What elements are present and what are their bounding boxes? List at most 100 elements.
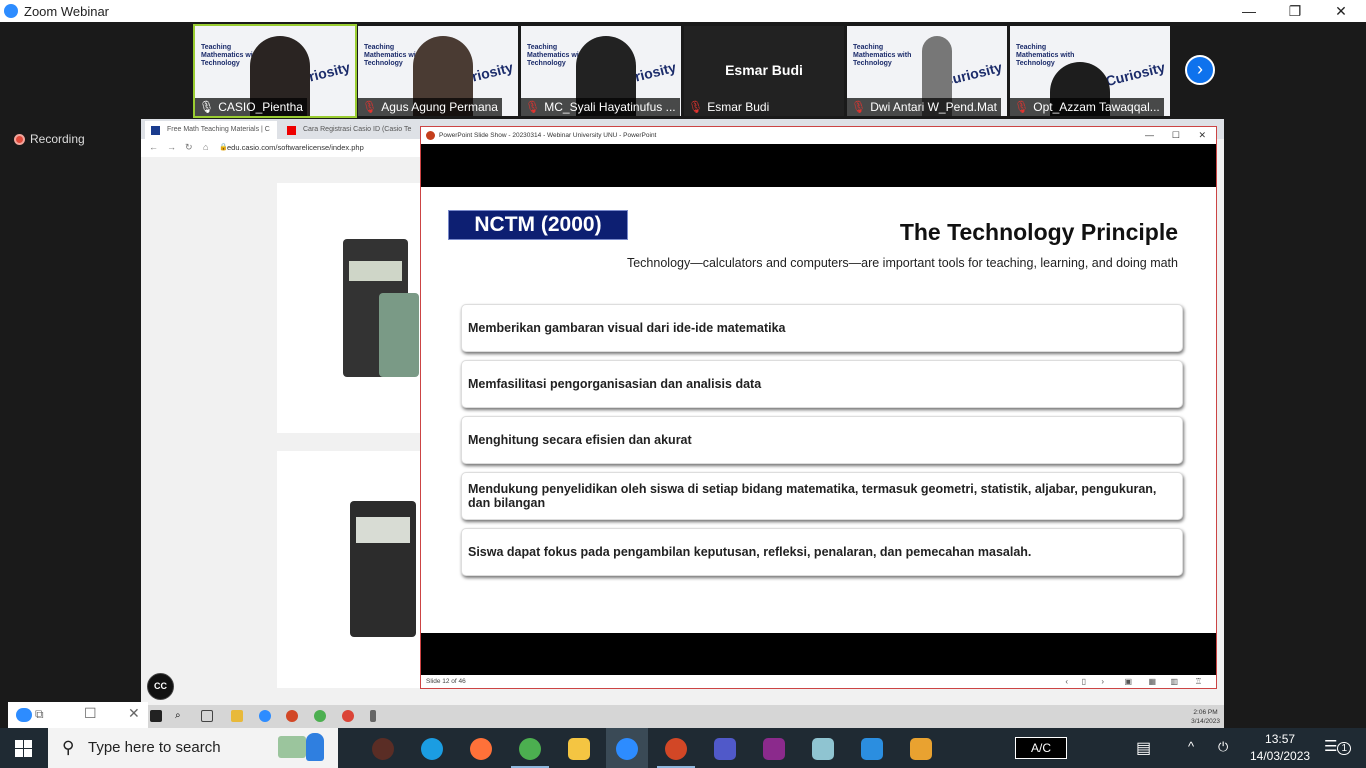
- pdf-app-icon[interactable]: [763, 738, 785, 760]
- file-explorer-icon[interactable]: [568, 738, 590, 760]
- chrome-icon[interactable]: [519, 738, 541, 760]
- previous-slide-icon[interactable]: ‹: [1065, 675, 1068, 688]
- exit-minimized-icon[interactable]: ⧉: [35, 707, 44, 722]
- search-placeholder: Type here to search: [88, 739, 221, 756]
- powerpoint-window: PowerPoint Slide Show - 20230314 - Webin…: [420, 126, 1217, 689]
- forward-icon[interactable]: →: [167, 142, 176, 152]
- browser-tab[interactable]: Cara Registrasi Casio ID (Casio Te: [281, 121, 413, 139]
- mic-icon: 🎙: [199, 100, 215, 114]
- slide-counter: Slide 12 of 46: [426, 678, 466, 685]
- taskbar-search[interactable]: ⚲ Type here to search: [48, 728, 338, 768]
- ppt-close-button[interactable]: ✕: [1198, 127, 1206, 144]
- photos-icon[interactable]: [861, 738, 883, 760]
- participant-name: MC_Syali Hayatinufus ...: [544, 100, 676, 114]
- firefox-icon[interactable]: [470, 738, 492, 760]
- participant-tile[interactable]: Esmar Budi 🎙 Esmar Budi: [684, 26, 844, 116]
- slide-sorter-icon[interactable]: ▦: [1148, 675, 1156, 688]
- teams-icon[interactable]: [714, 738, 736, 760]
- remote-taskbar: ⌕ 2:06 PM 3/14/2023: [141, 705, 1224, 728]
- zoom-logo-icon: [16, 708, 32, 722]
- slide: NCTM (2000) The Technology Principle Tec…: [421, 187, 1216, 633]
- news-widget-icon[interactable]: ▤: [1136, 738, 1151, 758]
- minimize-button[interactable]: —: [1226, 0, 1272, 22]
- power-icon[interactable]: ⏻: [1218, 739, 1228, 755]
- notification-center-icon[interactable]: ☰ 1: [1324, 737, 1352, 755]
- task-view-icon[interactable]: [201, 710, 213, 722]
- web-page: [141, 157, 421, 728]
- browser-tab[interactable]: Free Math Teaching Materials | C: [145, 121, 277, 139]
- home-icon[interactable]: ⌂: [203, 142, 208, 152]
- muted-mic-icon: 🎙: [688, 100, 704, 114]
- participant-name: Dwi Antari W_Pend.Mat: [870, 100, 997, 114]
- edge-icon[interactable]: [421, 738, 443, 760]
- closed-caption-button[interactable]: CC: [147, 673, 174, 700]
- slide-point: Siswa dapat fokus pada pengambilan keput…: [461, 528, 1183, 576]
- recording-icon: [14, 133, 25, 145]
- muted-mic-icon: 🎙: [525, 100, 541, 114]
- ppt-minimize-button[interactable]: —: [1145, 127, 1154, 144]
- file-explorer-icon[interactable]: [231, 710, 243, 722]
- maximize-icon[interactable]: ☐: [84, 705, 97, 722]
- participant-name-large: Esmar Budi: [725, 62, 803, 78]
- zoom-mini-window: ⧉ ☐ ✕: [8, 702, 148, 728]
- zoom-logo-icon: [4, 4, 18, 18]
- media-player-icon[interactable]: [910, 738, 932, 760]
- calculator-image: [350, 501, 416, 637]
- recording-indicator[interactable]: Recording: [14, 132, 85, 146]
- muted-mic-icon: 🎙: [362, 100, 378, 114]
- back-icon[interactable]: ←: [149, 142, 158, 152]
- calculator-image: [379, 293, 419, 377]
- reload-icon[interactable]: ↻: [185, 142, 193, 153]
- product-card[interactable]: [277, 451, 421, 688]
- slide-title: The Technology Principle: [899, 219, 1178, 245]
- ppt-maximize-button[interactable]: ☐: [1172, 127, 1180, 144]
- participant-tile[interactable]: Teaching Mathematics with Technology Cur…: [358, 26, 518, 116]
- notification-count: 1: [1337, 742, 1352, 755]
- search-highlight-icon: [278, 736, 306, 758]
- show-hidden-icons[interactable]: ^: [1188, 739, 1194, 754]
- browser-toolbar: ← → ↻ ⌂ 🔒 edu.casio.com/softwarelicense/…: [141, 139, 421, 157]
- product-card[interactable]: [277, 183, 421, 433]
- close-button[interactable]: ✕: [1318, 0, 1364, 22]
- calculator-app-icon[interactable]: [370, 710, 376, 722]
- slide-point: Memberikan gambaran visual dari ide-ide …: [461, 304, 1183, 352]
- normal-view-icon[interactable]: ▣: [1124, 675, 1132, 688]
- powerpoint-icon[interactable]: [665, 738, 687, 760]
- muted-mic-icon: 🎙: [1014, 100, 1030, 114]
- participant-tile[interactable]: Teaching Mathematics with Technology Cur…: [193, 24, 357, 118]
- close-icon[interactable]: ✕: [128, 705, 140, 722]
- chrome-profile-icon[interactable]: [342, 710, 354, 722]
- participant-tile[interactable]: Teaching Mathematics with Technology Cur…: [1010, 26, 1170, 116]
- camera-app-icon[interactable]: [372, 738, 394, 760]
- battery-indicator[interactable]: A/C: [1015, 737, 1067, 759]
- casio-favicon-icon: [151, 126, 160, 135]
- search-icon[interactable]: ⌕: [175, 710, 187, 722]
- muted-mic-icon: 🎙: [851, 100, 867, 114]
- tile-slide-title: Teaching Mathematics with Technology: [853, 44, 912, 67]
- windows-icon[interactable]: [150, 710, 162, 722]
- participant-tile[interactable]: Teaching Mathematics with Technology Cur…: [847, 26, 1007, 116]
- start-button[interactable]: [15, 740, 32, 757]
- slide-icon[interactable]: ▯: [1082, 675, 1086, 688]
- zoom-icon[interactable]: [616, 738, 638, 760]
- system-clock[interactable]: 13:57 14/03/2023: [1250, 731, 1310, 765]
- url-field[interactable]: edu.casio.com/softwarelicense/index.php: [227, 141, 364, 155]
- slide-point: Menghitung secara efisien dan akurat: [461, 416, 1183, 464]
- reading-view-icon[interactable]: ▥: [1170, 675, 1178, 688]
- restore-button[interactable]: ❐: [1272, 0, 1318, 22]
- powerpoint-icon[interactable]: [286, 710, 298, 722]
- zoom-title-bar: Zoom Webinar — ❐ ✕: [0, 0, 1366, 22]
- search-icon: ⚲: [62, 738, 75, 757]
- notepad-icon[interactable]: [812, 738, 834, 760]
- zoom-icon[interactable]: [259, 710, 271, 722]
- slideshow-icon[interactable]: ♖: [1195, 675, 1202, 688]
- participant-name: Esmar Budi: [707, 100, 770, 114]
- next-page-button[interactable]: ›: [1185, 55, 1215, 85]
- slide-point: Memfasilitasi pengorganisasian dan anali…: [461, 360, 1183, 408]
- windows-taskbar: ⚲ Type here to search A/C ▤ ^ ⏻ 13:57 14/…: [0, 728, 1366, 768]
- participant-name: Opt_Azzam Tawaqqal...: [1033, 100, 1160, 114]
- participant-tile[interactable]: Teaching Mathematics with Technology Cur…: [521, 26, 681, 116]
- next-slide-icon[interactable]: ›: [1101, 675, 1104, 688]
- chrome-icon[interactable]: [314, 710, 326, 722]
- remote-time: 2:06 PM: [1193, 709, 1218, 716]
